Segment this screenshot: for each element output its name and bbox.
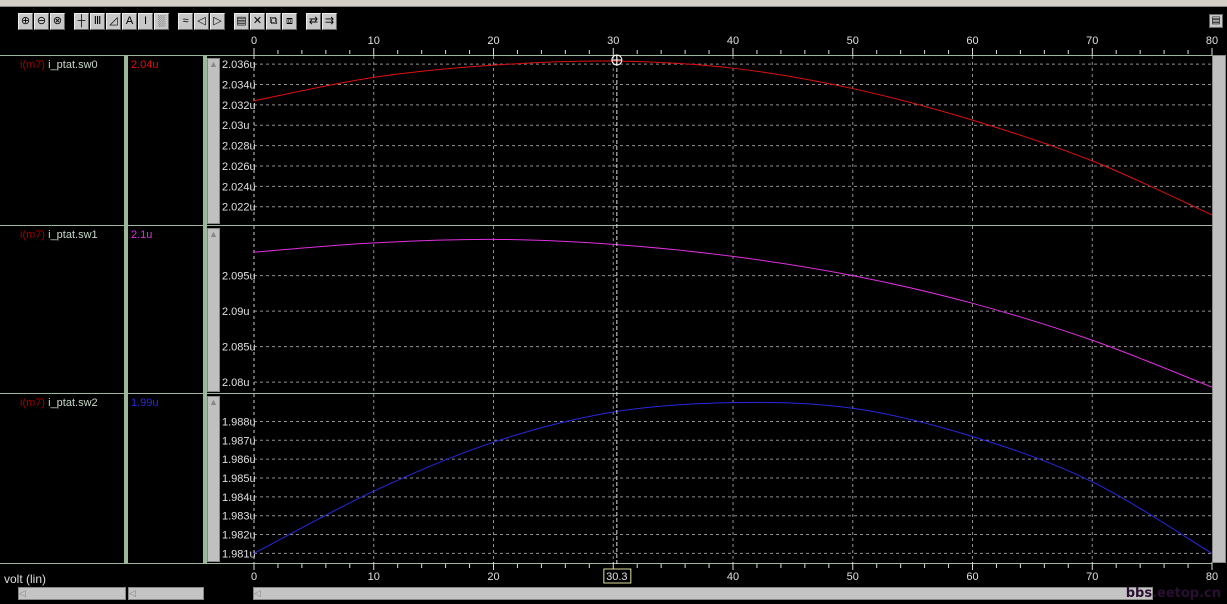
x-tick-label-top: 80	[1206, 35, 1218, 47]
y-tick-label: 1.988u	[222, 416, 256, 428]
right-scrollbar[interactable]	[1212, 55, 1226, 563]
x-tick-label-top: 70	[1086, 35, 1098, 47]
y-tick-label: 2.028u	[222, 141, 256, 153]
x-tick-label-bottom: 40	[727, 571, 739, 583]
y-tick-label: 1.985u	[222, 473, 256, 485]
x-axis-scrollbar[interactable]: ◁	[253, 587, 1153, 600]
x-tick-label-bottom: 50	[847, 571, 859, 583]
y-tick-label: 1.982u	[222, 530, 256, 542]
y-tick-label: 2.09u	[222, 306, 250, 318]
y-tick-label: 2.036u	[222, 59, 256, 71]
x-tick-label-bottom: 0	[251, 571, 257, 583]
x-tick-label-top: 0	[251, 35, 257, 47]
y-tick-label: 2.026u	[222, 161, 256, 173]
x-tick-label-bottom: 10	[368, 571, 380, 583]
y-tick-label: 1.987u	[222, 435, 256, 447]
y-tick-label: 2.024u	[222, 181, 256, 193]
y-tick-label: 2.022u	[222, 202, 256, 214]
y-tick-label: 2.034u	[222, 79, 256, 91]
y-tick-label: 1.986u	[222, 454, 256, 466]
name-column-scrollbar[interactable]: ◁	[18, 587, 126, 600]
x-tick-label-top: 40	[727, 35, 739, 47]
x-tick-label-top: 10	[368, 35, 380, 47]
x-tick-label-bottom: 70	[1086, 571, 1098, 583]
y-tick-label: 2.08u	[222, 377, 250, 389]
waveform-plot[interactable]: 01020304050607080010203040506070802.036u…	[0, 0, 1227, 604]
y-tick-label: 2.085u	[222, 342, 256, 354]
x-tick-label-top: 20	[487, 35, 499, 47]
watermark: bbs.eetop.cn	[1125, 586, 1221, 601]
value-column-scrollbar[interactable]: ◁	[128, 587, 204, 600]
y-tick-label: 1.983u	[222, 511, 256, 523]
x-axis-label: volt (lin)	[4, 572, 47, 586]
x-tick-label-bottom: 60	[966, 571, 978, 583]
x-tick-label-top: 50	[847, 35, 859, 47]
waveform-i-ptat-sw0	[253, 60, 1213, 216]
cursor-value: 30.3	[606, 571, 627, 583]
y-tick-label: 2.03u	[222, 120, 250, 132]
y-tick-label: 2.032u	[222, 100, 256, 112]
x-tick-label-bottom: 20	[487, 571, 499, 583]
y-tick-label: 1.984u	[222, 492, 256, 504]
x-tick-label-bottom: 80	[1206, 571, 1218, 583]
y-tick-label: 1.981u	[222, 548, 256, 560]
x-tick-label-top: 30	[607, 35, 619, 47]
x-tick-label-top: 60	[966, 35, 978, 47]
y-tick-label: 2.095u	[222, 271, 256, 283]
